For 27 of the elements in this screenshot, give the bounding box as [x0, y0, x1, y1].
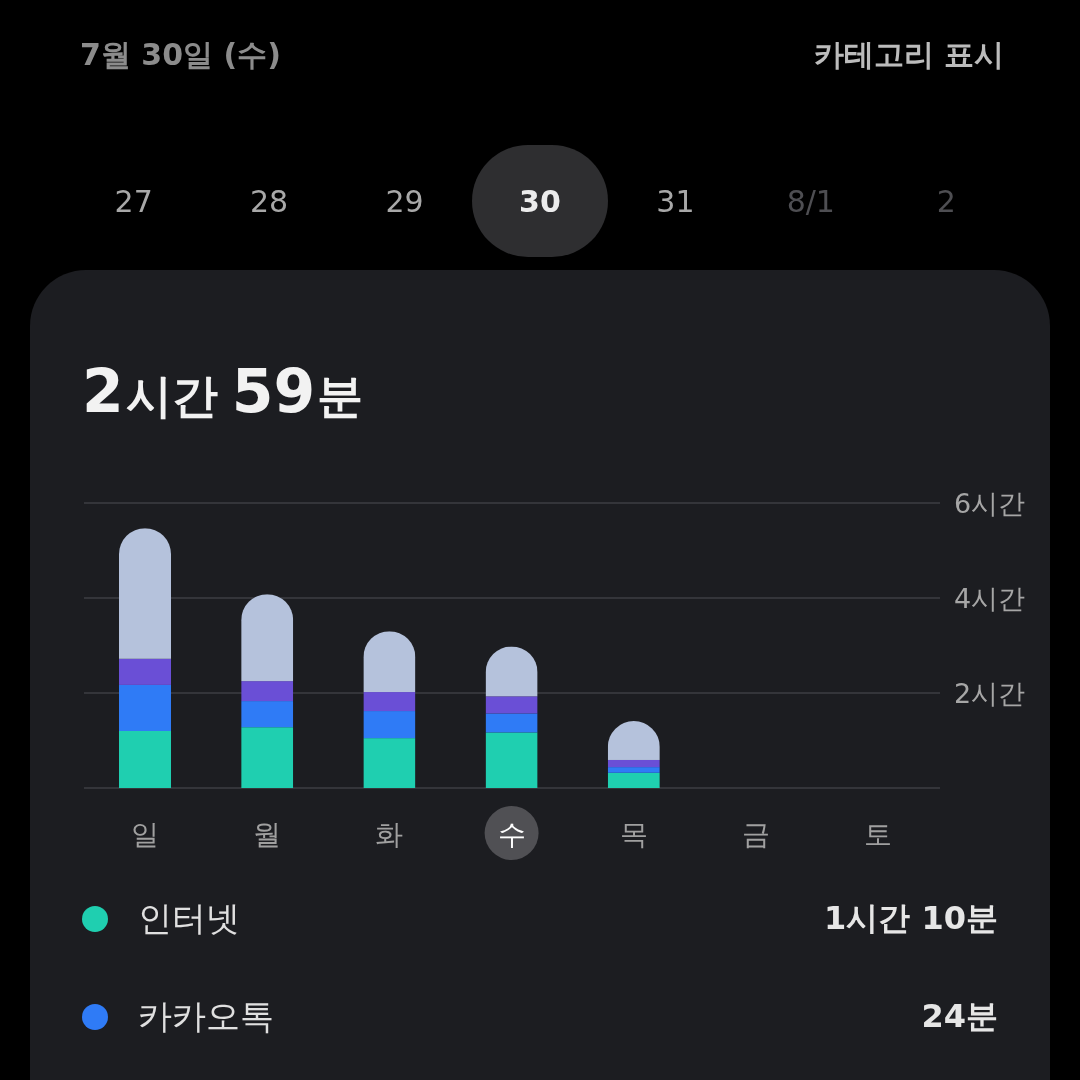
total-number: 59	[231, 356, 316, 426]
axis-label: 6시간	[954, 490, 1026, 519]
day-label[interactable]: 토	[864, 818, 893, 851]
day-label[interactable]: 월	[253, 818, 282, 851]
date-tab[interactable]: 31	[607, 145, 744, 257]
axis-label: 4시간	[954, 583, 1026, 614]
date-tab[interactable]: 29	[336, 145, 473, 257]
x-tick-label: 수	[497, 818, 526, 851]
category-time: 24분	[921, 996, 998, 1037]
total-unit: 분	[317, 368, 364, 425]
category-time: 1시간 10분	[824, 898, 998, 939]
total-number: 2	[82, 356, 124, 426]
day-label[interactable]: 일	[131, 818, 159, 851]
date-tab[interactable]: 30	[472, 145, 608, 257]
day-label[interactable]: 목	[619, 818, 648, 851]
day-label[interactable]: 수	[484, 806, 539, 860]
day-label[interactable]: 금	[742, 818, 770, 851]
bar-segment	[119, 731, 171, 788]
total-unit: 시간	[125, 368, 218, 425]
day-label[interactable]: 화	[375, 818, 404, 851]
date-tab[interactable]: 28	[201, 145, 337, 257]
category-name: 카카오톡	[138, 995, 275, 1038]
date-tab[interactable]: 27	[66, 145, 202, 257]
axis-label: 2시간	[954, 678, 1026, 709]
category-name: 인터넷	[138, 897, 241, 940]
date-title: 7월 30일 (수)	[80, 35, 281, 74]
category-toggle[interactable]: 카테고리 표시	[813, 34, 1004, 76]
